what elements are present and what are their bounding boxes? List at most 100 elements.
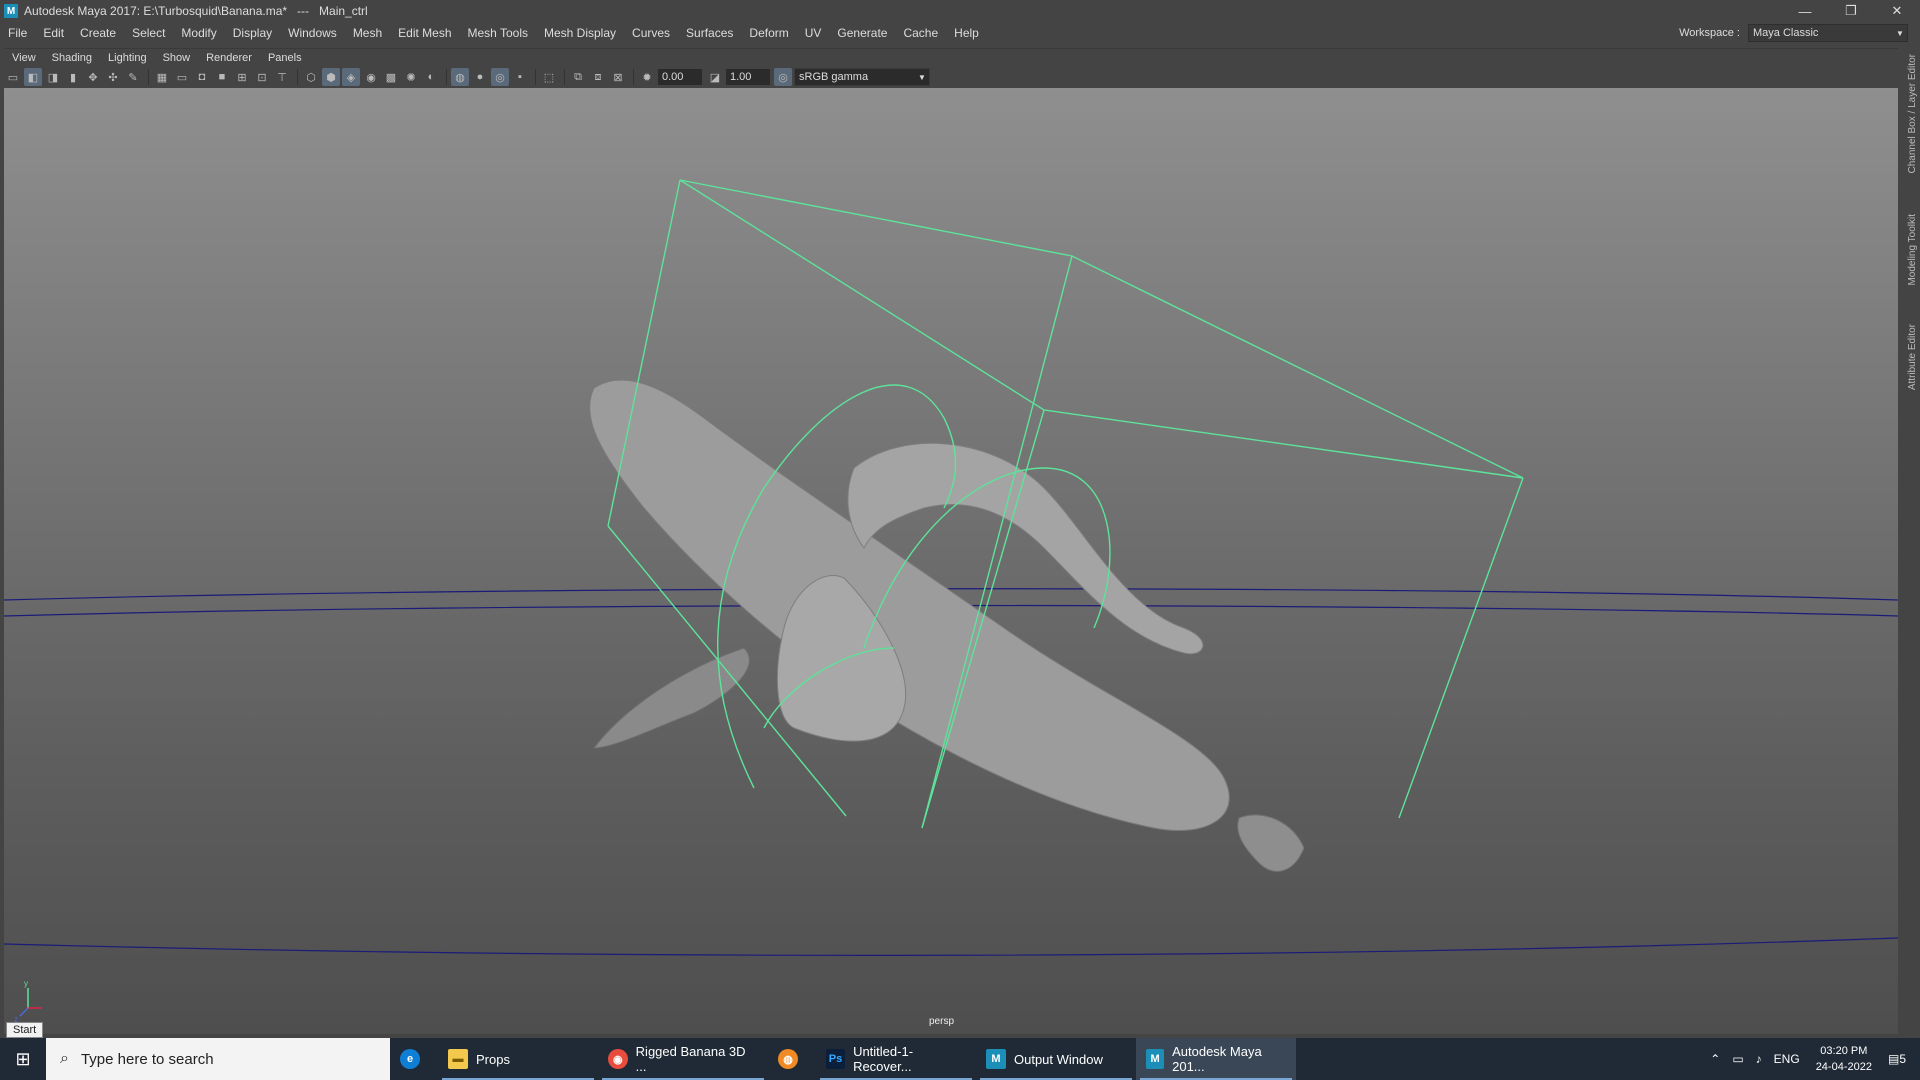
smooth-shade-icon[interactable]: ⬢	[322, 68, 340, 86]
xray-active-components-icon[interactable]: ⧈	[589, 68, 607, 86]
taskbar-app-photoshop[interactable]: Ps Untitled-1-Recover...	[816, 1038, 976, 1080]
notification-icon[interactable]: ▤5	[1888, 1052, 1906, 1066]
menu-edit[interactable]: Edit	[35, 26, 72, 40]
wireframe-icon[interactable]: ⬡	[302, 68, 320, 86]
menu-mesh-display[interactable]: Mesh Display	[536, 26, 624, 40]
right-dock-tabs: Channel Box / Layer Editor Modeling Tool…	[1902, 44, 1920, 1034]
maya-app-icon[interactable]: M	[4, 4, 18, 18]
grid-icon[interactable]: ▦	[153, 68, 171, 86]
volume-icon[interactable]: ♪	[1756, 1052, 1762, 1066]
safe-title-icon[interactable]: ⊤	[273, 68, 291, 86]
menu-create[interactable]: Create	[72, 26, 124, 40]
grease-pencil-icon[interactable]: ✎	[124, 68, 142, 86]
isolate-select-icon[interactable]: ⬚	[540, 68, 558, 86]
taskbar-app-label: Props	[476, 1051, 510, 1067]
gamma-icon[interactable]: ◪	[706, 68, 724, 86]
menu-surfaces[interactable]: Surfaces	[678, 26, 741, 40]
panel-menu-renderer[interactable]: Renderer	[198, 52, 260, 64]
banana-mesh[interactable]	[589, 379, 1305, 872]
restore-button[interactable]: ❐	[1828, 0, 1874, 22]
chevron-down-icon: ▼	[918, 72, 926, 82]
menu-deform[interactable]: Deform	[741, 26, 796, 40]
title-bar: M Autodesk Maya 2017: E:\Turbosquid\Bana…	[0, 0, 1920, 22]
chevron-up-icon[interactable]: ⌃	[1710, 1052, 1720, 1066]
attribute-editor-tab[interactable]: Attribute Editor	[1907, 324, 1918, 390]
taskbar-app-output-window[interactable]: M Output Window	[976, 1038, 1136, 1080]
taskbar-app-chrome[interactable]: ◉ Rigged Banana 3D ...	[598, 1038, 768, 1080]
film-gate-icon[interactable]: ▭	[173, 68, 191, 86]
two-d-pan-zoom-icon[interactable]: ✣	[104, 68, 122, 86]
clock-date: 24-04-2022	[1815, 1061, 1872, 1073]
taskbar-clock[interactable]: 03:20 PM 24-04-2022	[1816, 1043, 1872, 1075]
taskbar-app-label: Autodesk Maya 201...	[1172, 1044, 1262, 1074]
bookmark-icon[interactable]: ▮	[64, 68, 82, 86]
controller-edge	[1398, 477, 1524, 819]
gamma-field[interactable]: 1.00	[726, 69, 770, 85]
motion-blur-icon[interactable]: ●	[471, 68, 489, 86]
view-transform-value: sRGB gamma	[799, 71, 869, 83]
menu-uv[interactable]: UV	[797, 26, 830, 40]
close-button[interactable]: ✕	[1874, 0, 1920, 22]
menu-modify[interactable]: Modify	[173, 26, 224, 40]
menu-curves[interactable]: Curves	[624, 26, 678, 40]
panel-menu-view[interactable]: View	[4, 52, 44, 64]
taskbar-app-props[interactable]: ▬ Props	[438, 1038, 598, 1080]
panel-menu-shading[interactable]: Shading	[44, 52, 100, 64]
gate-mask-icon[interactable]: ■	[213, 68, 231, 86]
xray-icon[interactable]: ⧉	[569, 68, 587, 86]
field-chart-icon[interactable]: ⊞	[233, 68, 251, 86]
menu-windows[interactable]: Windows	[280, 26, 345, 40]
menu-generate[interactable]: Generate	[829, 26, 895, 40]
maya-icon: M	[1146, 1049, 1165, 1069]
image-plane-icon[interactable]: ✥	[84, 68, 102, 86]
grid-line	[4, 937, 1898, 956]
screen-space-ambient-occlusion-icon[interactable]: ◍	[451, 68, 469, 86]
camera-attributes-icon[interactable]: ◨	[44, 68, 62, 86]
menu-edit-mesh[interactable]: Edit Mesh	[390, 26, 459, 40]
shadows-icon[interactable]: ◐	[422, 68, 440, 86]
view-transform-dropdown[interactable]: sRGB gamma ▼	[794, 68, 930, 86]
menu-mesh[interactable]: Mesh	[345, 26, 390, 40]
modeling-toolkit-tab[interactable]: Modeling Toolkit	[1907, 214, 1918, 286]
axis-z-line	[19, 1007, 29, 1017]
language-indicator[interactable]: ENG	[1774, 1052, 1800, 1066]
minimize-button[interactable]: —	[1782, 0, 1828, 22]
taskbar-app-maya[interactable]: M Autodesk Maya 201...	[1136, 1038, 1296, 1080]
anti-aliasing-icon[interactable]: ◎	[491, 68, 509, 86]
default-material-icon[interactable]: ◉	[362, 68, 380, 86]
network-icon[interactable]: ▭	[1732, 1052, 1743, 1066]
use-all-lights-icon[interactable]: ✺	[402, 68, 420, 86]
wireframe-on-shaded-icon[interactable]: ◈	[342, 68, 360, 86]
channel-box-tab[interactable]: Channel Box / Layer Editor	[1907, 54, 1918, 174]
textured-icon[interactable]: ▩	[382, 68, 400, 86]
safe-action-icon[interactable]: ⊡	[253, 68, 271, 86]
menu-help[interactable]: Help	[946, 26, 987, 40]
menu-display[interactable]: Display	[225, 26, 280, 40]
panel-menu-show[interactable]: Show	[155, 52, 199, 64]
menu-select[interactable]: Select	[124, 26, 173, 40]
workspace-value: Maya Classic	[1753, 27, 1819, 39]
select-camera-icon[interactable]: ▭	[4, 68, 22, 86]
menu-file[interactable]: File	[0, 26, 35, 40]
xray-joints-icon[interactable]: ⊠	[609, 68, 627, 86]
lock-camera-icon[interactable]: ◧	[24, 68, 42, 86]
exposure-icon[interactable]: ✹	[638, 68, 656, 86]
perspective-viewport[interactable]: y z persp	[4, 88, 1898, 1034]
menu-mesh-tools[interactable]: Mesh Tools	[460, 26, 536, 40]
chrome-icon: ◉	[608, 1049, 628, 1069]
toolbar-separator	[148, 69, 149, 85]
taskbar-app-edge[interactable]: e	[390, 1038, 438, 1080]
resolution-gate-icon[interactable]: ◘	[193, 68, 211, 86]
depth-of-field-icon[interactable]: ▪	[511, 68, 529, 86]
panel-menu-panels[interactable]: Panels	[260, 52, 310, 64]
exposure-field[interactable]: 0.00	[658, 69, 702, 85]
workspace-dropdown[interactable]: Maya Classic ▼	[1748, 24, 1908, 42]
taskbar-search-box[interactable]: ⌕ Type here to search	[46, 1038, 390, 1080]
color-management-icon[interactable]: ◎	[774, 68, 792, 86]
taskbar-app-label: Rigged Banana 3D ...	[635, 1044, 746, 1074]
taskbar-app-firefox[interactable]: ◍	[768, 1038, 816, 1080]
start-tooltip: Start	[6, 1022, 44, 1038]
menu-cache[interactable]: Cache	[895, 26, 946, 40]
windows-start-button[interactable]: ⊞	[0, 1038, 46, 1080]
panel-menu-lighting[interactable]: Lighting	[100, 52, 155, 64]
